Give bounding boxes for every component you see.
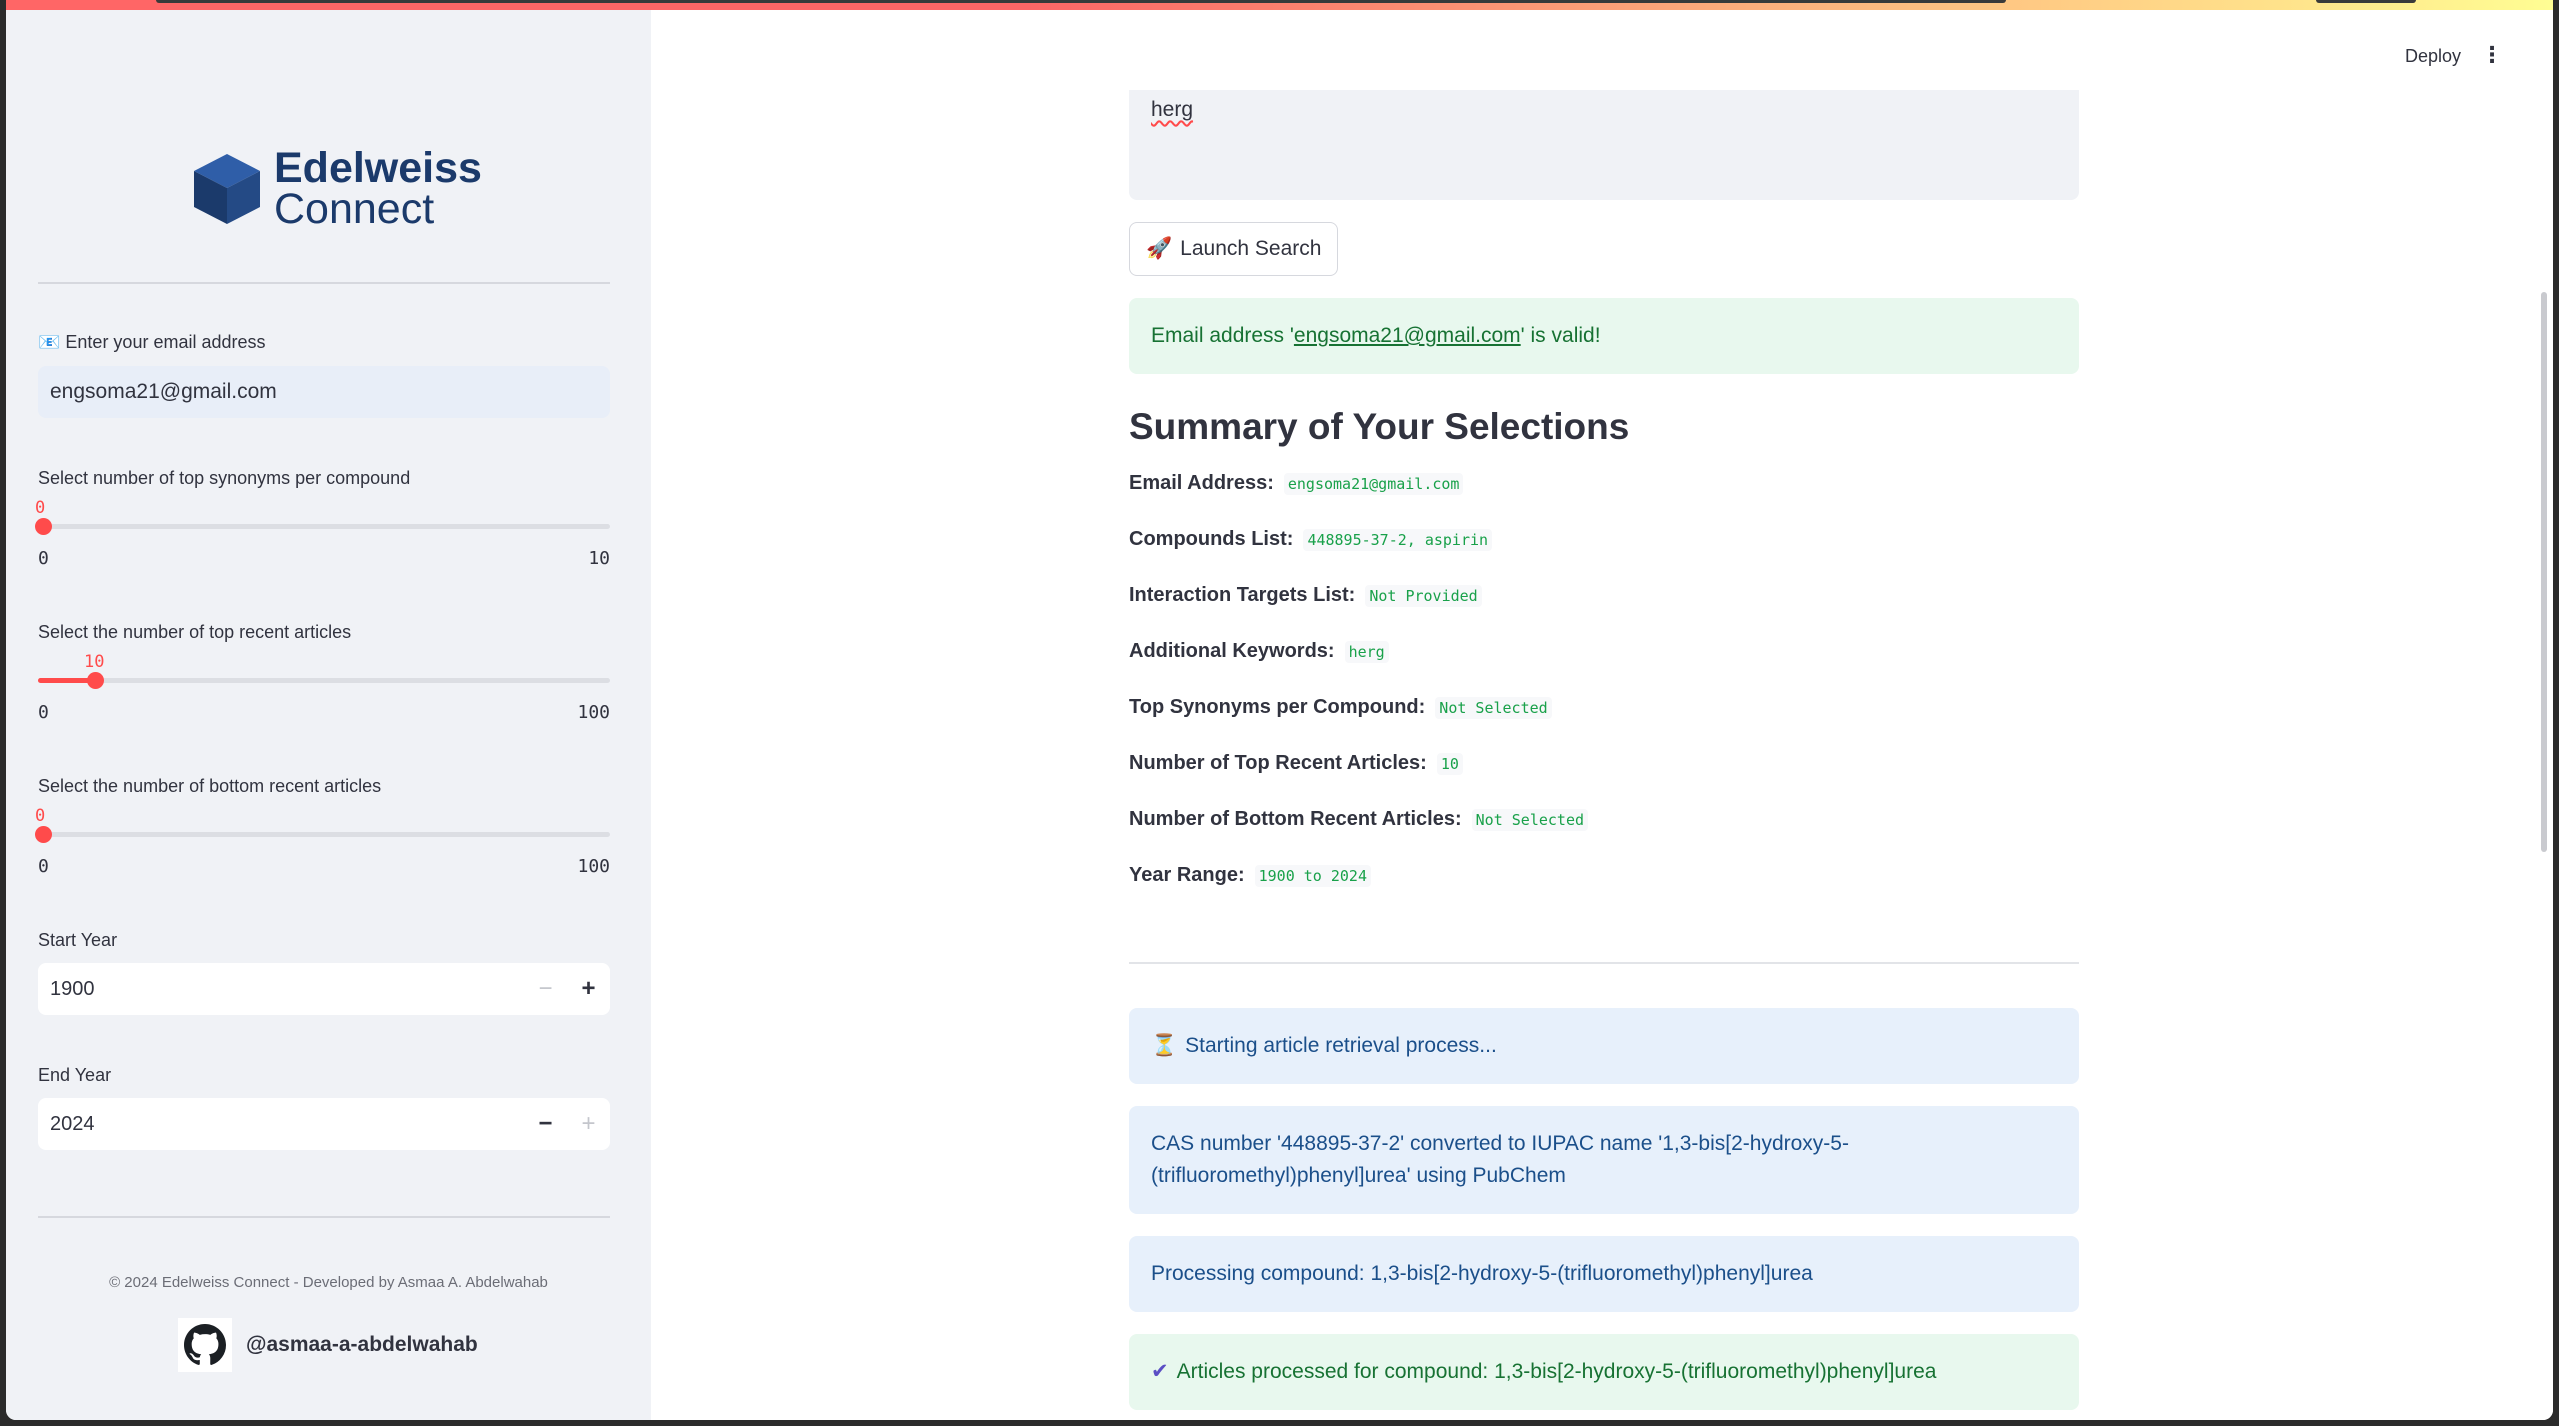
launch-search-button[interactable]: 🚀 Launch Search [1129,222,1339,276]
end-year-label: End Year [38,1065,112,1085]
slider-thumb[interactable] [87,672,104,689]
github-icon [178,1318,232,1372]
email-label: 📧 Enter your email address [38,332,266,352]
summary-value: 1900 to 2024 [1254,864,1371,887]
bottom-articles-slider[interactable]: 0 0 100 [35,806,610,877]
top-bar-dark [156,0,2006,3]
increment-button[interactable]: + [567,963,610,1015]
status-starting-alert: ⏳ Starting article retrieval process... [1129,1008,2079,1084]
summary-label: Additional Keywords: [1129,640,1335,662]
summary-value: herg [1344,640,1389,663]
logo-line2: Connect [274,184,435,233]
summary-value: 10 [1436,752,1463,775]
github-username[interactable]: @asmaa-a-abdelwahab [246,1333,478,1357]
summary-value: Not Selected [1471,808,1589,831]
email-link[interactable]: engsoma21@gmail.com [1294,320,1521,352]
logo: Edelweiss Connect [192,144,482,233]
cube-logo-icon [194,153,260,224]
top-bar-dark-right [2316,0,2416,3]
summary-value: Not Provided [1365,584,1482,607]
summary-row-email: Email Address: engsoma21@gmail.com [1129,472,1464,495]
slider-thumb[interactable] [35,826,52,843]
status-text: Articles processed for compound: 1,3-bis… [1176,1360,1937,1383]
summary-value: Not Selected [1435,696,1552,719]
decrement-button[interactable]: − [524,1098,567,1150]
start-year-input[interactable]: 1900 − + [38,963,610,1015]
summary-row-top-articles: Number of Top Recent Articles: 10 [1129,752,1463,775]
slider-value: 10 [84,652,105,672]
status-processing-alert: Processing compound: 1,3-bis[2-hydroxy-5… [1129,1236,2079,1312]
summary-label: Interaction Targets List: [1129,584,1356,606]
summary-value: 448895-37-2, aspirin [1303,528,1493,551]
slider-min: 0 [38,702,49,723]
summary-label: Email Address: [1129,472,1274,494]
status-text: CAS number '448895-37-2' converted to IU… [1151,1132,1849,1187]
bottom-articles-slider-label: Select the number of bottom recent artic… [38,776,382,796]
summary-label: Top Synonyms per Compound: [1129,696,1426,718]
decrement-button[interactable]: − [524,963,567,1015]
summary-label: Year Range: [1129,864,1245,886]
top-articles-slider-label: Select the number of top recent articles [38,622,352,642]
rocket-icon: 🚀 [1146,237,1173,260]
slider-value: 0 [35,806,46,826]
alert-text-pre: Email address ' [1151,324,1294,347]
summary-row-keywords: Additional Keywords: herg [1129,640,1389,663]
slider-max: 10 [588,548,610,569]
keywords-text: herg [1151,98,1194,121]
start-year-value[interactable]: 1900 [38,978,524,1001]
status-processed-alert: ✔ Articles processed for compound: 1,3-b… [1129,1334,2079,1410]
slider-min: 0 [38,548,49,569]
status-text: Processing compound: 1,3-bis[2-hydroxy-5… [1151,1262,1813,1285]
hourglass-icon: ⏳ [1151,1034,1178,1057]
logo-line1: Edelweiss [274,144,482,192]
summary-label: Number of Bottom Recent Articles: [1129,808,1462,830]
summary-row-synonyms: Top Synonyms per Compound: Not Selected [1129,696,1552,719]
synonyms-slider[interactable]: 0 0 10 [35,498,610,569]
end-year-value[interactable]: 2024 [38,1113,524,1136]
slider-max: 100 [577,856,610,877]
start-year-label: Start Year [38,930,118,950]
divider [38,282,610,284]
scrollbar[interactable] [2541,292,2547,852]
synonyms-slider-label: Select number of top synonyms per compou… [38,468,411,488]
slider-track [38,678,610,683]
slider-value: 0 [35,498,46,518]
end-year-input[interactable]: 2024 − + [38,1098,610,1150]
checkmark-icon: ✔ [1151,1360,1169,1383]
launch-search-label: Launch Search [1180,237,1322,260]
summary-row-bottom-articles: Number of Bottom Recent Articles: Not Se… [1129,808,1589,831]
slider-track [38,524,610,529]
main-area: Deploy ⋮ herg 🚀 Launch Search Email addr… [651,10,2553,1420]
summary-title: Summary of Your Selections [1129,406,1630,447]
summary-row-year-range: Year Range: 1900 to 2024 [1129,864,1371,887]
footer-credit: © 2024 Edelweiss Connect - Developed by … [109,1274,548,1291]
email-valid-alert: Email address ' engsoma21@gmail.com ' is v… [1129,298,2079,374]
slider-thumb[interactable] [35,518,52,535]
app-window: Edelweiss Connect 📧 Enter your email add… [6,0,2553,1420]
summary-label: Compounds List: [1129,528,1294,550]
alert-text-post: ' is valid! [1520,324,1601,347]
keywords-textarea[interactable]: herg [1129,90,2079,200]
divider [38,1216,610,1218]
top-articles-slider[interactable]: 10 0 100 [38,652,610,723]
slider-max: 100 [577,702,610,723]
divider [1129,962,2079,964]
email-field[interactable]: engsoma21@gmail.com [38,366,610,418]
more-menu-icon[interactable]: ⋮ [2481,44,2503,66]
summary-row-targets: Interaction Targets List: Not Provided [1129,584,1482,607]
slider-track [38,832,610,837]
summary-value: engsoma21@gmail.com [1283,472,1464,495]
deploy-button[interactable]: Deploy [2405,46,2461,67]
slider-min: 0 [38,856,49,877]
sidebar: Edelweiss Connect 📧 Enter your email add… [6,10,651,1420]
summary-label: Number of Top Recent Articles: [1129,752,1427,774]
summary-row-compounds: Compounds List: 448895-37-2, aspirin [1129,528,1493,551]
status-text: Starting article retrieval process... [1185,1034,1497,1057]
increment-button[interactable]: + [567,1098,610,1150]
status-converted-alert: CAS number '448895-37-2' converted to IU… [1129,1106,2079,1214]
github-link[interactable]: @asmaa-a-abdelwahab [178,1318,478,1372]
